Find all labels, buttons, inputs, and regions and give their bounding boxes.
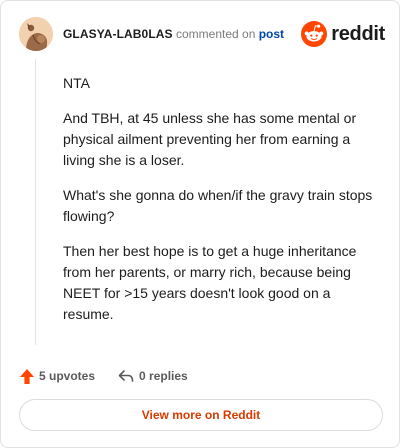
upvote-arrow-icon (20, 368, 34, 384)
reddit-wordmark: reddit (331, 22, 385, 45)
thread-line (35, 59, 36, 345)
comment-actions: 5 upvotes 0 replies (19, 365, 210, 387)
comment-embed-card: GLASYA-LAB0LAS commented on post reddit … (0, 0, 400, 448)
comment-body: NTA And TBH, at 45 unless she has some m… (63, 73, 383, 339)
post-link[interactable]: post (259, 27, 284, 41)
reddit-brand-link[interactable]: reddit (301, 21, 385, 47)
reply-arrow-icon (118, 370, 134, 382)
comment-paragraph: Then her best hope is to get a huge inhe… (63, 243, 357, 322)
commented-on-text: commented on (175, 27, 256, 41)
comment-paragraph: And TBH, at 45 unless she has some menta… (63, 110, 357, 168)
avatar-illustration-icon (19, 17, 53, 51)
reply-button[interactable]: 0 replies (117, 368, 188, 384)
username-link[interactable]: GLASYA-LAB0LAS (63, 27, 173, 41)
comment-header: GLASYA-LAB0LAS commented on post reddit (19, 17, 385, 51)
comment-paragraph: What's she gonna do when/if the gravy tr… (63, 187, 373, 224)
upvote-button[interactable]: 5 upvotes (19, 368, 95, 385)
reply-count: 0 replies (139, 369, 188, 383)
user-avatar[interactable] (19, 17, 53, 51)
reddit-snoo-icon (301, 21, 328, 47)
comment-byline: GLASYA-LAB0LAS commented on post (63, 26, 284, 42)
comment-paragraph: NTA (63, 75, 90, 91)
view-more-button[interactable]: View more on Reddit (19, 399, 383, 431)
upvote-count: 5 upvotes (39, 369, 96, 383)
